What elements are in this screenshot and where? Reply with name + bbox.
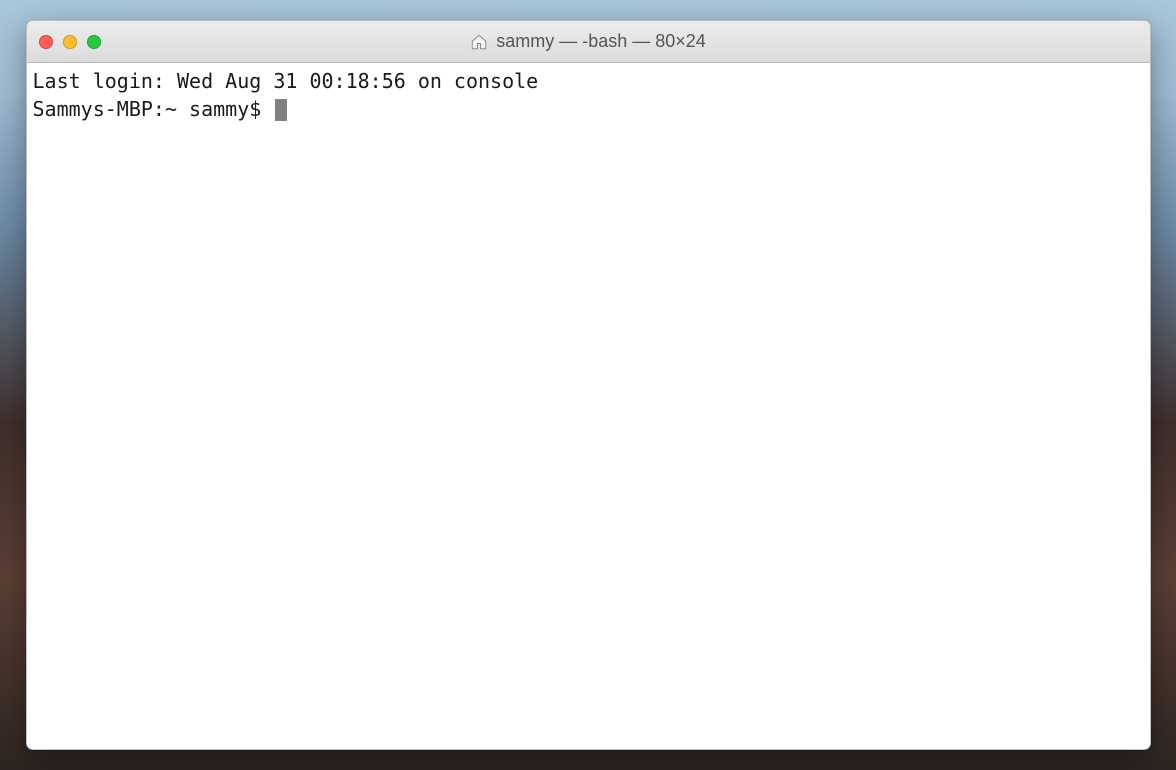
window-controls — [39, 35, 101, 49]
window-titlebar[interactable]: sammy — -bash — 80×24 — [27, 21, 1150, 63]
terminal-body[interactable]: Last login: Wed Aug 31 00:18:56 on conso… — [27, 63, 1150, 749]
terminal-window: sammy — -bash — 80×24 Last login: Wed Au… — [26, 20, 1151, 750]
home-icon — [470, 33, 488, 51]
login-line: Last login: Wed Aug 31 00:18:56 on conso… — [33, 69, 539, 93]
shell-prompt: Sammys-MBP:~ sammy$ — [33, 97, 274, 121]
close-button[interactable] — [39, 35, 53, 49]
window-title: sammy — -bash — 80×24 — [496, 31, 706, 52]
desktop-background: sammy — -bash — 80×24 Last login: Wed Au… — [0, 0, 1176, 770]
minimize-button[interactable] — [63, 35, 77, 49]
cursor-block — [275, 99, 287, 121]
terminal-text[interactable]: Last login: Wed Aug 31 00:18:56 on conso… — [27, 63, 1150, 127]
zoom-button[interactable] — [87, 35, 101, 49]
window-title-area: sammy — -bash — 80×24 — [27, 31, 1150, 52]
